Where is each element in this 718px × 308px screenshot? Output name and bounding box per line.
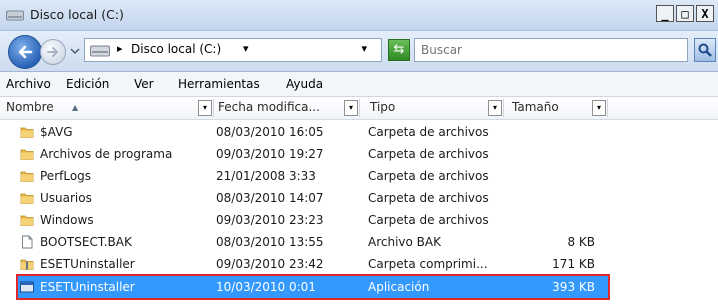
file-row[interactable]: PerfLogs 21/01/2008 3:33 Carpeta de arch… <box>18 165 608 187</box>
search-box[interactable] <box>414 38 688 62</box>
address-dropdown-icon[interactable]: ▾ <box>361 42 367 55</box>
drive-icon <box>6 10 24 21</box>
column-header: Nombre ▲ ▾ Fecha modifica... ▾ Tipo ▾ Ta… <box>0 97 718 120</box>
file-name: ESETUninstaller <box>40 257 135 271</box>
menu-ver[interactable]: Ver <box>134 77 154 91</box>
menu-archivo[interactable]: Archivo <box>6 77 51 91</box>
file-row[interactable]: Usuarios 08/03/2010 14:07 Carpeta de arc… <box>18 187 608 209</box>
folder-icon <box>20 193 34 204</box>
breadcrumb-chevron-down-icon[interactable]: ▾ <box>243 42 249 55</box>
refresh-button[interactable]: ⇆ <box>388 39 410 61</box>
file-date: 21/01/2008 3:33 <box>216 169 316 183</box>
history-dropdown-icon[interactable] <box>70 47 80 55</box>
file-row-selected[interactable]: ESETUninstaller 10/03/2010 0:01 Aplicaci… <box>18 276 608 298</box>
menu-herramientas[interactable]: Herramientas <box>178 77 260 91</box>
column-tamano-filter-icon[interactable]: ▾ <box>592 100 606 116</box>
file-date: 09/03/2010 23:23 <box>216 213 324 227</box>
file-type: Carpeta de archivos <box>368 191 489 205</box>
file-name: Usuarios <box>40 191 92 205</box>
minimize-button[interactable]: _ <box>656 5 674 22</box>
file-date: 10/03/2010 0:01 <box>216 280 316 294</box>
column-fecha[interactable]: Fecha modifica... <box>218 97 320 119</box>
column-divider[interactable] <box>503 99 504 117</box>
address-path[interactable]: ▸ Disco local (C:) ▾ ▾ <box>84 38 382 62</box>
application-icon <box>20 281 34 293</box>
search-input[interactable] <box>415 39 687 61</box>
file-size: 8 KB <box>567 235 595 249</box>
close-button[interactable]: X <box>696 5 714 22</box>
breadcrumb-separator[interactable]: ▸ <box>117 42 123 55</box>
folder-icon <box>20 171 34 182</box>
file-row[interactable]: Windows 09/03/2010 23:23 Carpeta de arch… <box>18 209 608 231</box>
file-name: PerfLogs <box>40 169 92 183</box>
back-button[interactable] <box>8 35 42 69</box>
file-row[interactable]: $AVG 08/03/2010 16:05 Carpeta de archivo… <box>18 121 608 143</box>
file-row[interactable]: BOOTSECT.BAK 08/03/2010 13:55 Archivo BA… <box>18 231 608 253</box>
column-tipo[interactable]: Tipo <box>370 97 395 119</box>
search-button[interactable] <box>694 38 716 62</box>
column-divider[interactable] <box>607 99 608 117</box>
folder-icon <box>20 127 34 138</box>
column-nombre[interactable]: Nombre <box>6 97 54 119</box>
file-name: Archivos de programa <box>40 147 173 161</box>
file-type: Archivo BAK <box>368 235 441 249</box>
menu-bar: Archivo Edición Ver Herramientas Ayuda <box>0 72 718 97</box>
file-name: ESETUninstaller <box>40 280 135 294</box>
column-fecha-filter-icon[interactable]: ▾ <box>344 100 358 116</box>
file-date: 09/03/2010 23:42 <box>216 257 324 271</box>
zip-folder-icon <box>20 259 34 270</box>
file-type: Carpeta de archivos <box>368 147 489 161</box>
file-name: Windows <box>40 213 94 227</box>
file-row[interactable]: ESETUninstaller 09/03/2010 23:42 Carpeta… <box>18 253 608 275</box>
file-size: 171 KB <box>552 257 595 271</box>
folder-icon <box>20 149 34 160</box>
file-size: 393 KB <box>552 280 595 294</box>
file-type: Carpeta comprimi... <box>368 257 488 271</box>
refresh-icon: ⇆ <box>393 42 405 57</box>
file-row[interactable]: Archivos de programa 09/03/2010 19:27 Ca… <box>18 143 608 165</box>
file-name: BOOTSECT.BAK <box>40 235 132 249</box>
file-icon <box>22 235 33 249</box>
forward-button[interactable] <box>40 39 66 65</box>
column-nombre-filter-icon[interactable]: ▾ <box>198 100 212 116</box>
file-name: $AVG <box>40 125 73 139</box>
file-type: Carpeta de archivos <box>368 125 489 139</box>
sort-ascending-icon: ▲ <box>72 103 79 112</box>
file-date: 08/03/2010 14:07 <box>216 191 324 205</box>
file-date: 09/03/2010 19:27 <box>216 147 324 161</box>
forward-arrow-icon <box>47 47 58 57</box>
menu-ayuda[interactable]: Ayuda <box>286 77 323 91</box>
maximize-button[interactable]: □ <box>676 5 694 22</box>
folder-icon <box>20 215 34 226</box>
file-date: 08/03/2010 13:55 <box>216 235 324 249</box>
search-icon <box>698 43 712 57</box>
menu-edicion[interactable]: Edición <box>66 77 109 91</box>
column-tipo-filter-icon[interactable]: ▾ <box>488 100 502 116</box>
title-bar: Disco local (C:) _ □ X <box>0 0 718 31</box>
column-divider[interactable] <box>213 99 214 117</box>
column-tamano[interactable]: Tamaño <box>512 97 559 119</box>
file-type: Carpeta de archivos <box>368 169 489 183</box>
drive-icon <box>90 45 110 57</box>
address-bar: ▸ Disco local (C:) ▾ ▾ ⇆ <box>0 31 718 72</box>
window-controls: _ □ X <box>656 5 714 22</box>
file-type: Carpeta de archivos <box>368 213 489 227</box>
back-arrow-icon <box>18 45 33 59</box>
file-date: 08/03/2010 16:05 <box>216 125 324 139</box>
window-title: Disco local (C:) <box>30 7 124 22</box>
column-divider[interactable] <box>359 99 360 117</box>
file-type: Aplicación <box>368 280 430 294</box>
breadcrumb-disco-local[interactable]: Disco local (C:) <box>131 42 221 56</box>
